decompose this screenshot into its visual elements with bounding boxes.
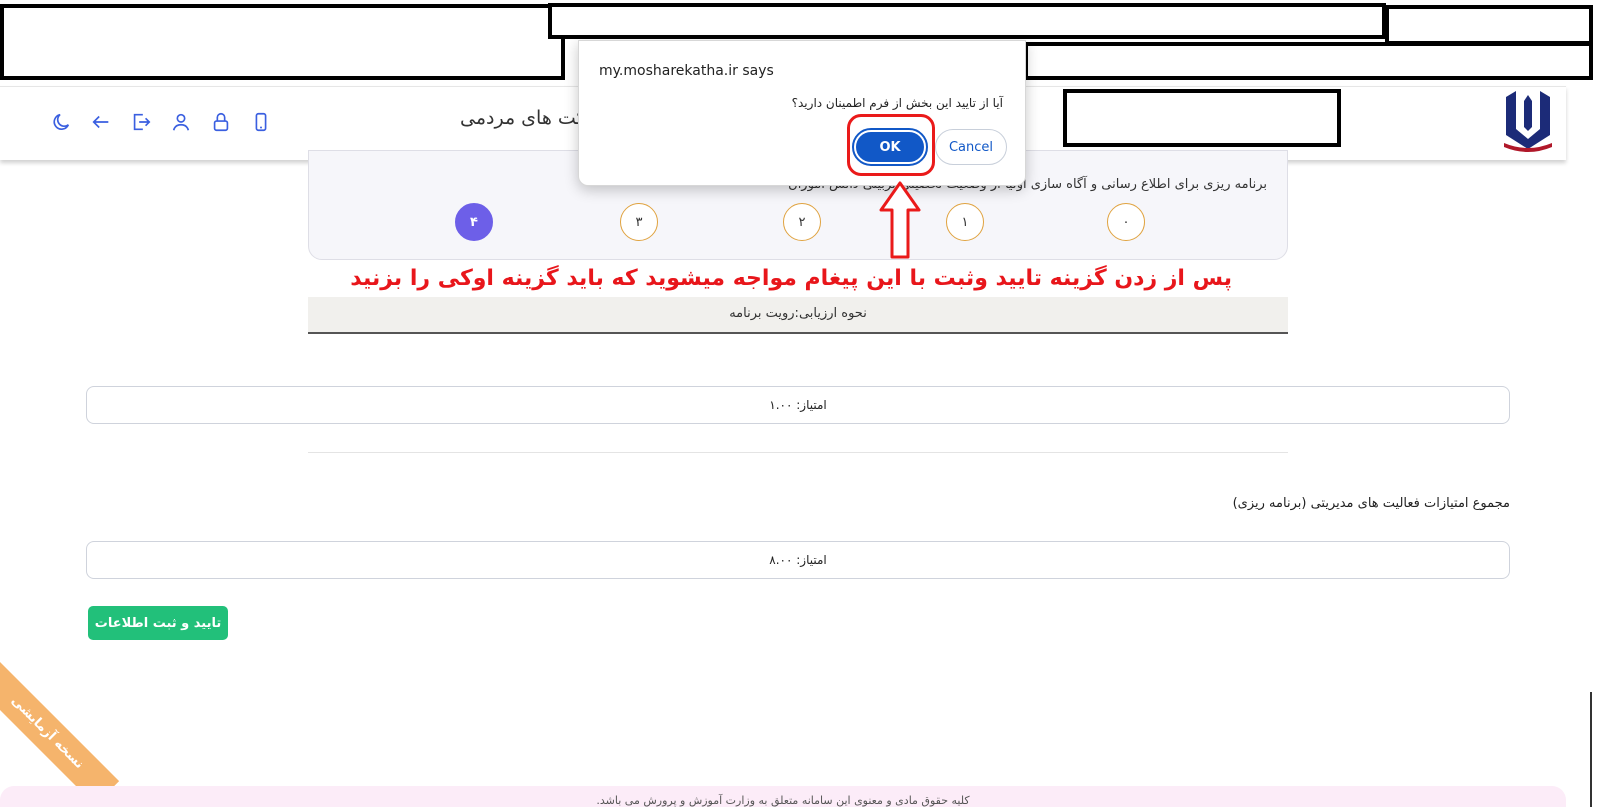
moon-icon[interactable]	[50, 111, 72, 133]
option-1[interactable]: ۱	[946, 203, 984, 241]
dialog-message: آیا از تایید این بخش از فرم اطمینان داری…	[791, 96, 1003, 110]
page-title: کت های مردمی	[460, 107, 586, 129]
trial-ribbon: نسخه آزمایشی	[0, 660, 120, 806]
mobile-icon[interactable]	[250, 111, 272, 133]
arrow-up-icon	[879, 181, 921, 259]
submit-button[interactable]: تایید و ثبت اطلاعات	[88, 606, 228, 640]
option-4-selected[interactable]: ۴	[455, 203, 493, 241]
logo-icon	[1504, 91, 1552, 152]
lock-icon[interactable]	[210, 111, 232, 133]
score-box: امتیاز: ۱.۰۰	[86, 386, 1510, 424]
scrollbar[interactable]	[1590, 692, 1592, 807]
evaluation-method: نحوه ارزیابی:رویت برنامه	[308, 297, 1288, 334]
redacted-block	[548, 3, 1386, 39]
redacted-block	[1385, 5, 1593, 45]
total-score-box: امتیاز: ۸.۰۰	[86, 541, 1510, 579]
instruction-annotation: پس از زدن گزینه تایید وثبت با این پیغام …	[350, 266, 1232, 291]
option-3[interactable]: ۳	[620, 203, 658, 241]
redacted-block	[0, 4, 565, 80]
option-2[interactable]: ۲	[783, 203, 821, 241]
user-icon[interactable]	[170, 111, 192, 133]
option-0[interactable]: ۰	[1107, 203, 1145, 241]
logout-icon[interactable]	[130, 111, 152, 133]
dialog-title: my.mosharekatha.ir says	[599, 63, 774, 79]
ok-highlight-ring	[847, 114, 935, 176]
total-label: مجموع امتیازات فعالیت های مدیریتی (برنام…	[1232, 496, 1510, 511]
cancel-button[interactable]: Cancel	[935, 129, 1007, 165]
arrow-left-icon[interactable]	[90, 111, 112, 133]
redacted-block	[1063, 89, 1341, 147]
redacted-block	[1024, 42, 1593, 80]
divider	[308, 452, 1288, 453]
confirm-dialog: my.mosharekatha.ir says آیا از تایید این…	[578, 40, 1026, 186]
footer: کلیه حقوق مادی و معنوی این سامانه متعلق …	[0, 786, 1566, 807]
